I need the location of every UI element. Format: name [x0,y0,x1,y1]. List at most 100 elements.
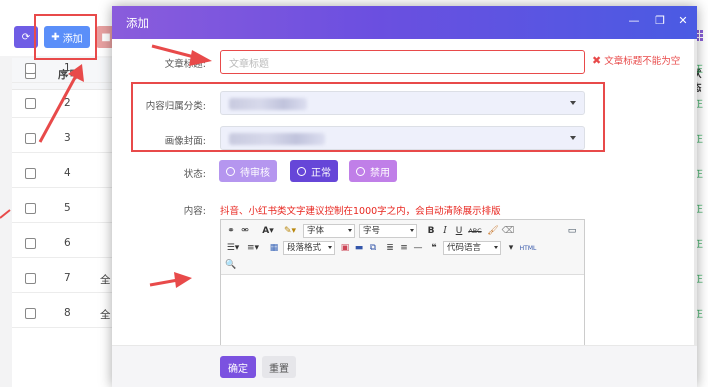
error-x-icon: ✖ [592,53,602,67]
maximize-icon[interactable]: ❐ [654,15,666,27]
align-left-icon[interactable]: ≣ [384,241,396,255]
editor-content-area[interactable] [221,275,584,345]
html-source-icon[interactable]: HTML [520,241,537,255]
fullscreen-icon[interactable]: ▭ [566,224,578,238]
radio-label: 禁用 [370,167,390,179]
row-divider [12,292,120,293]
add-button[interactable]: ✚ 添加 [44,26,90,48]
row-name: 全 [100,274,111,286]
strike-button[interactable]: ABC [467,224,483,238]
close-icon[interactable]: ✕ [677,15,689,27]
status-radio-disabled[interactable]: 禁用 [349,160,397,182]
blurred-value [229,98,307,110]
horizontal-rule-icon[interactable]: — [412,241,424,255]
quote-icon[interactable]: ❝ [428,241,440,255]
row-seq: 7 [64,272,71,284]
row-divider [12,82,120,83]
cover-label: 画像封面: [164,136,206,147]
row-checkbox[interactable] [25,308,36,319]
format-painter-icon[interactable]: 🖌 [487,224,499,238]
image-icon[interactable]: ▣ [339,241,351,255]
paragraph-select[interactable]: 段落格式 [283,241,335,255]
radio-label: 正常 [311,167,331,179]
search-replace-icon[interactable]: 🔍 [225,258,237,272]
confirm-button[interactable]: 确定 [220,356,256,378]
row-checkbox[interactable] [25,273,36,284]
dialog-title: 添加 [126,16,149,30]
title-error-text: 文章标题不能为空 [604,56,681,67]
code-language-select[interactable]: 代码语言 [443,241,501,255]
status-radio-normal[interactable]: 正常 [290,160,338,182]
row-divider [12,117,120,118]
trash-icon: ■ [101,31,111,43]
reset-button[interactable]: 重置 [262,356,296,378]
radio-dot-icon [226,166,235,176]
category-select[interactable] [220,91,585,115]
radio-label: 待审核 [240,167,270,179]
row-divider [12,257,120,258]
status-label: 状态: [183,169,206,180]
row-checkbox[interactable] [25,98,36,109]
attachment-icon[interactable]: ⧉ [367,241,379,255]
refresh-button[interactable]: ⟳ [14,26,38,48]
bold-button[interactable]: B [425,224,437,238]
add-button-label: 添加 [62,33,83,45]
editor-toolbar: ⚭ ⚮ A ▾ ✎▾ 字体 字号 B I U ABC 🖌 ⌫ ▭ ☰▾ ≡▾ ▦… [221,220,584,275]
content-label: 内容: [183,206,206,217]
dialog-header: 添加 — ❐ ✕ [112,6,697,39]
minimize-icon[interactable]: — [628,15,640,27]
row-divider [12,152,120,153]
table-icon[interactable]: ▦ [268,241,280,255]
code-language-value: 代码语言 [447,243,482,253]
row-checkbox[interactable] [25,203,36,214]
font-family-value: 字体 [307,226,325,236]
row-seq: 2 [64,97,71,109]
dialog-footer: 确定 重置 [112,345,697,387]
row-checkbox[interactable] [25,168,36,179]
row-divider [12,222,120,223]
ordered-list-icon[interactable]: ☰▾ [225,241,241,255]
row-seq: 6 [64,237,71,249]
more-icon[interactable]: ▾ [505,241,517,255]
align-center-icon[interactable]: ≡ [398,241,410,255]
radio-dot-icon [297,166,306,176]
row-divider [12,187,120,188]
video-icon[interactable]: ▬ [353,241,365,255]
eraser-icon[interactable]: ⌫ [502,224,515,238]
unlink-icon[interactable]: ⚮ [239,224,251,238]
row-seq: 3 [64,132,71,144]
chevron-down-icon [570,101,576,105]
unordered-list-icon[interactable]: ≡▾ [245,241,261,255]
font-family-select[interactable]: 字体 [303,224,355,238]
row-seq: 4 [64,167,71,179]
cover-select[interactable] [220,126,585,150]
font-color-label: A [262,226,270,236]
title-label: 文章标题: [126,56,206,70]
title-placeholder: 文章标题 [229,58,269,70]
font-color-button[interactable]: A ▾ [259,224,277,238]
content-hint: 抖音、小红书类文字建议控制在1000字之内，会自动清除展示排版 [220,206,501,217]
chevron-down-icon [570,136,576,140]
dialog-body: 文章标题: 文章标题 ✖ 文章标题不能为空 内容归属分类: 画像封面: 状态: … [112,39,697,345]
row-checkbox[interactable] [25,238,36,249]
plus-icon: ✚ [51,31,60,43]
category-label: 内容归属分类: [145,101,206,112]
underline-button[interactable]: U [453,224,465,238]
row-checkbox[interactable] [25,133,36,144]
title-input[interactable]: 文章标题 [220,50,585,74]
add-dialog: 添加 — ❐ ✕ 文章标题: 文章标题 ✖ 文章标题不能为空 内容归属分类: 画… [112,6,697,387]
row-seq: 8 [64,307,71,319]
title-label-text: 文章标题: [164,59,206,70]
row-seq: 1 [64,62,71,74]
italic-button[interactable]: I [439,224,451,238]
highlight-icon[interactable]: ✎▾ [281,224,299,238]
dialog-scrollbar[interactable] [694,39,697,345]
status-radio-pending[interactable]: 待审核 [219,160,277,182]
paragraph-value: 段落格式 [287,243,322,253]
row-divider [12,327,120,328]
font-size-select[interactable]: 字号 [359,224,417,238]
link-icon[interactable]: ⚭ [225,224,237,238]
refresh-icon: ⟳ [21,31,31,43]
rich-text-editor: ⚭ ⚮ A ▾ ✎▾ 字体 字号 B I U ABC 🖌 ⌫ ▭ ☰▾ ≡▾ ▦… [220,219,585,345]
row-checkbox[interactable] [25,63,36,74]
